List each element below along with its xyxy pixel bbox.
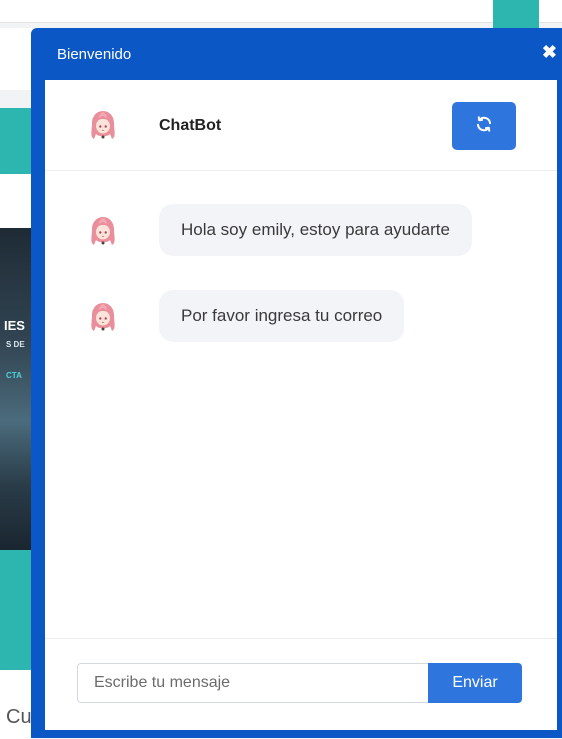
bot-avatar-icon (87, 108, 119, 142)
bot-name: ChatBot (159, 117, 222, 134)
message-input[interactable] (77, 663, 429, 703)
background-divider (0, 22, 562, 23)
widget-title: Bienvenido (57, 46, 132, 63)
chat-panel: ChatBot Hola soy emily, estoy para ayuda… (45, 80, 557, 730)
send-button[interactable]: Enviar (428, 663, 522, 703)
refresh-icon (475, 115, 493, 138)
refresh-button[interactable] (452, 102, 516, 150)
background-banner-image (0, 228, 32, 550)
background-teal-block (0, 108, 32, 174)
chat-header: ChatBot (45, 80, 557, 171)
background-teal-tab (493, 0, 539, 28)
background-panel (0, 28, 32, 90)
background-panel (0, 174, 32, 228)
background-teal-block (0, 550, 32, 670)
chat-message: Por favor ingresa tu correo (45, 290, 557, 342)
chat-composer: Enviar (45, 638, 557, 731)
close-icon[interactable]: ✖ (542, 42, 557, 63)
chat-widget: Bienvenido ✖ ChatBot Hola soy emily, est… (31, 28, 562, 738)
bot-avatar-icon (87, 214, 119, 248)
bot-avatar-icon (87, 300, 119, 334)
message-bubble: Por favor ingresa tu correo (159, 290, 405, 342)
background-heading-fragment: Cu (6, 706, 32, 728)
chat-message: Hola soy emily, estoy para ayudarte (45, 204, 557, 256)
message-bubble: Hola soy emily, estoy para ayudarte (159, 204, 472, 256)
background-banner-subtitle: S DE (6, 340, 25, 349)
background-banner-title: IES (4, 318, 25, 333)
background-top-bar (0, 0, 562, 22)
background-banner-cta: CTA (6, 371, 22, 380)
